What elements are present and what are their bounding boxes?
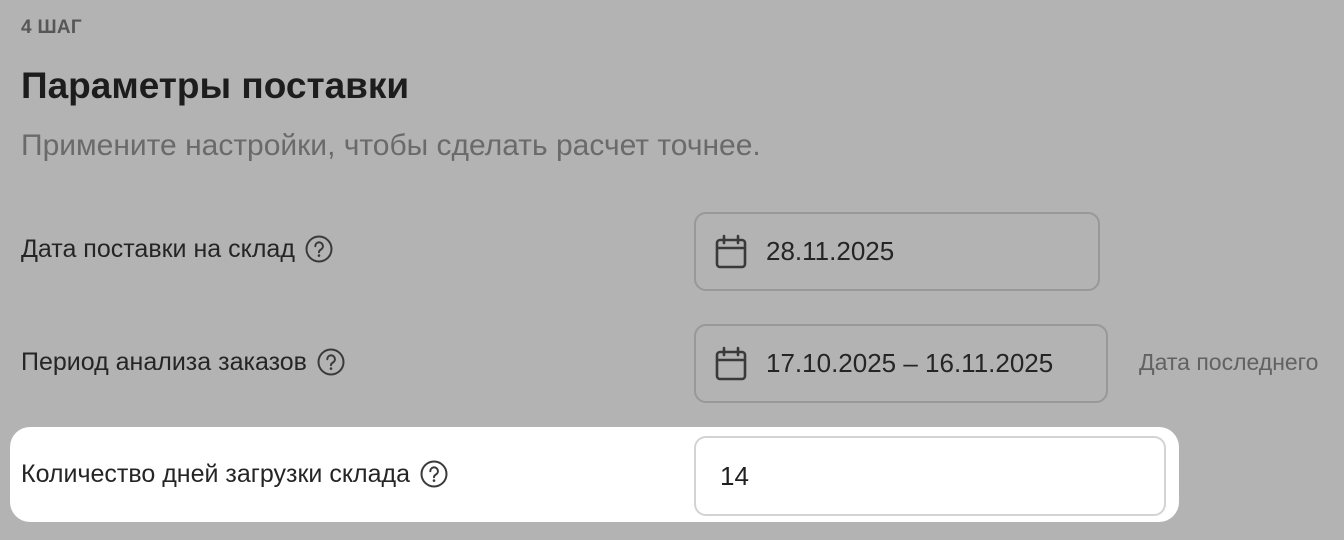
warehouse-days-label: Количество дней загрузки склада xyxy=(21,459,411,488)
analysis-period-row-label: Период анализа заказов xyxy=(21,347,346,377)
supply-date-value: 28.11.2025 xyxy=(766,236,895,266)
analysis-period-field[interactable]: 17.10.2025 – 16.11.2025 xyxy=(694,324,1108,403)
warehouse-days-row-label: Количество дней загрузки склада xyxy=(21,459,449,489)
supply-date-field[interactable]: 28.11.2025 xyxy=(694,212,1100,291)
last-date-note: Дата последнего xyxy=(1139,349,1319,375)
calendar-icon xyxy=(714,234,748,270)
page-title: Параметры поставки xyxy=(21,65,410,106)
supply-date-label: Дата поставки на склад xyxy=(21,234,295,263)
warehouse-days-input[interactable] xyxy=(694,436,1166,516)
help-circle-icon[interactable] xyxy=(419,459,449,489)
step-label: 4 ШАГ xyxy=(21,17,82,38)
page-subtitle: Примените настройки, чтобы сделать расче… xyxy=(21,129,761,162)
help-circle-icon[interactable] xyxy=(304,234,334,264)
supply-date-row-label: Дата поставки на склад xyxy=(21,234,334,264)
analysis-period-label: Период анализа заказов xyxy=(21,347,307,376)
help-circle-icon[interactable] xyxy=(316,347,346,377)
calendar-icon xyxy=(714,346,748,382)
analysis-period-value: 17.10.2025 – 16.11.2025 xyxy=(766,348,1054,378)
